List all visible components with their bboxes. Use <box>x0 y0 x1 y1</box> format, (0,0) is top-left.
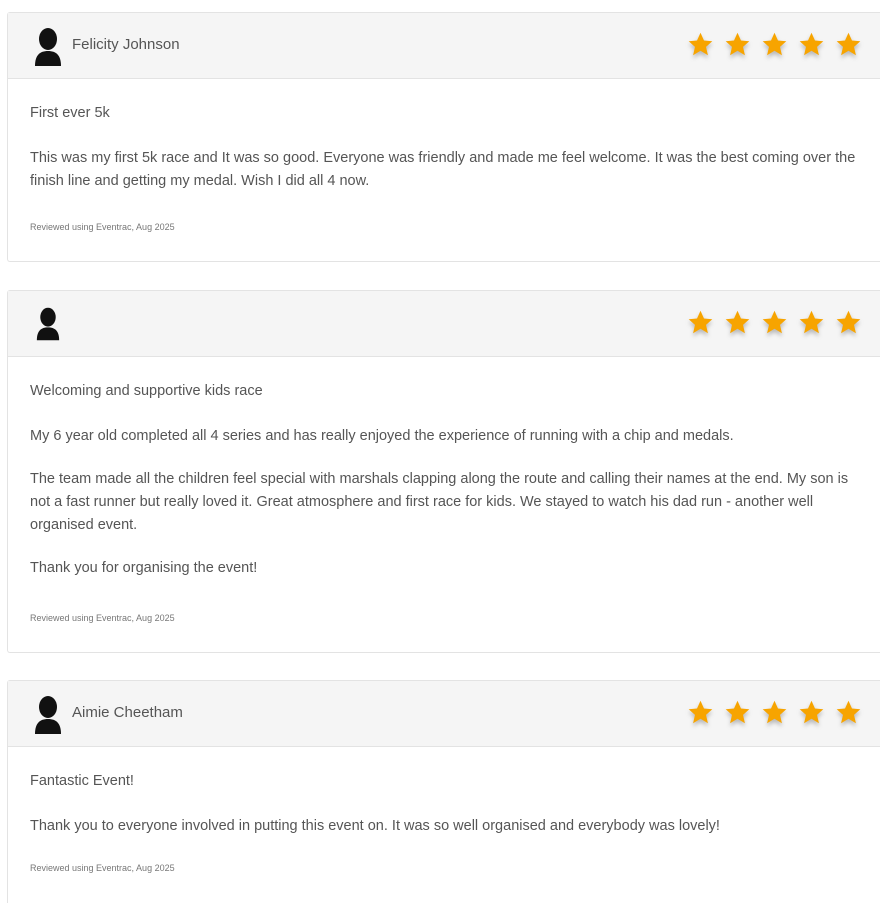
reviews-list: Felicity Johnson First ever 5k This was … <box>0 0 880 903</box>
review-card: Aimie Cheetham Fantastic Event! Thank yo… <box>7 680 880 903</box>
star-rating <box>687 699 862 729</box>
review-title: First ever 5k <box>30 105 110 121</box>
review-text: The team made all the children feel spec… <box>30 471 849 533</box>
star-rating <box>687 309 862 339</box>
review-text: This was my first 5k race and It was so … <box>30 150 856 189</box>
star-icon <box>688 32 713 56</box>
reviewer-name: Felicity Johnson <box>72 36 180 53</box>
star-icon <box>688 700 713 724</box>
star-icon <box>836 700 861 724</box>
reviewer-name: Aimie Cheetham <box>72 704 183 721</box>
star-icon <box>725 310 750 334</box>
review-meta: Reviewed using Eventrac, Aug 2025 <box>30 613 175 623</box>
star-icon <box>836 32 861 56</box>
review-text: Thank you for organising the event! <box>30 560 258 576</box>
star-icon <box>688 310 713 334</box>
star-icon <box>799 32 824 56</box>
star-icon <box>799 310 824 334</box>
user-avatar-icon <box>36 307 60 341</box>
star-icon <box>836 310 861 334</box>
review-title: Fantastic Event! <box>30 773 134 789</box>
review-header <box>8 291 880 357</box>
review-header: Felicity Johnson <box>8 13 880 79</box>
review-card: Welcoming and supportive kids race My 6 … <box>7 290 880 653</box>
review-meta: Reviewed using Eventrac, Aug 2025 <box>30 222 175 232</box>
review-header: Aimie Cheetham <box>8 681 880 747</box>
review-text: Thank you to everyone involved in puttin… <box>30 818 720 834</box>
user-avatar-icon <box>35 28 61 66</box>
user-avatar-icon <box>35 696 61 734</box>
review-text: My 6 year old completed all 4 series and… <box>30 428 734 444</box>
review-title: Welcoming and supportive kids race <box>30 383 263 399</box>
star-icon <box>799 700 824 724</box>
review-meta: Reviewed using Eventrac, Aug 2025 <box>30 863 175 873</box>
star-icon <box>725 700 750 724</box>
star-icon <box>762 310 787 334</box>
star-icon <box>762 700 787 724</box>
review-card: Felicity Johnson First ever 5k This was … <box>7 12 880 262</box>
star-icon <box>762 32 787 56</box>
star-rating <box>687 31 862 61</box>
star-icon <box>725 32 750 56</box>
